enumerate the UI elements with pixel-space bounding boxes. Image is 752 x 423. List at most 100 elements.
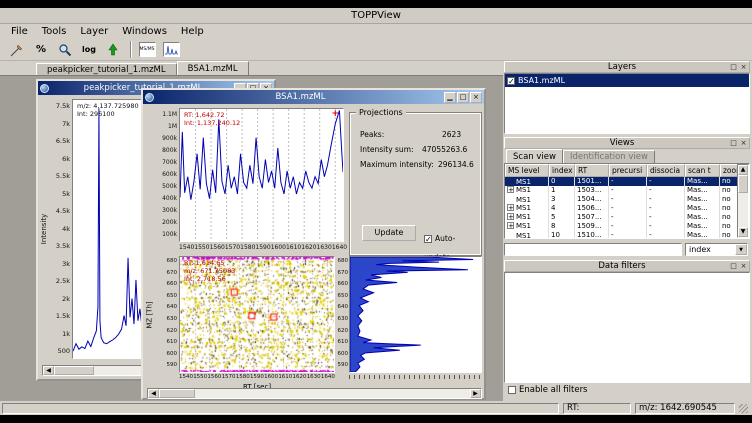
scroll-left-icon[interactable]: ◀ (43, 366, 54, 375)
y-tick-label: 100k (162, 232, 177, 238)
close-icon[interactable]: × (470, 92, 482, 103)
window-titlebar[interactable]: TOPPView (0, 8, 752, 24)
menu-tools[interactable]: Tools (35, 25, 74, 38)
y-tick-label: 620 (167, 329, 178, 335)
status-rt-panel: RT: (563, 403, 631, 414)
float-panel-icon[interactable]: □ (729, 139, 738, 148)
table-cell: no (720, 213, 738, 222)
scan-filter-input[interactable] (504, 243, 682, 256)
x-tick-label: 1560 (210, 245, 225, 251)
scroll-up-icon[interactable]: ▲ (738, 165, 748, 175)
table-row[interactable]: MS101501...--Mas...no (505, 177, 749, 186)
menu-help[interactable]: Help (174, 25, 211, 38)
table-row[interactable]: +MS151507...--Mas...no (505, 213, 749, 222)
table-row[interactable]: MS131504...--Mas...no (505, 195, 749, 204)
views-panel-title: Views (515, 138, 729, 148)
views-panel-header[interactable]: □ Views □ × (504, 137, 750, 149)
layer-visibility-checkbox[interactable]: ✓ (507, 77, 515, 85)
tab-peakpicker-tutorial-1-mzml[interactable]: peakpicker_tutorial_1.mzML (36, 63, 177, 75)
column-header-rt[interactable]: RT (575, 164, 609, 177)
rt-projection-x-axis: 1540155015601570158015901600161016201630… (179, 245, 344, 251)
close-panel-icon[interactable]: × (739, 262, 748, 271)
snap-to-maximum-icon[interactable] (102, 40, 124, 59)
msms-view-icon[interactable]: MS/MS (136, 40, 158, 59)
expander-icon[interactable]: + (507, 213, 514, 220)
expander-icon[interactable]: + (507, 222, 514, 229)
x-tick-label: 1550 (194, 245, 209, 251)
vertical-scrollbar[interactable]: ▲ ▼ (737, 164, 749, 238)
table-row[interactable]: +MS141506...--Mas...no (505, 204, 749, 213)
draw-line-icon[interactable] (6, 40, 28, 59)
bsa1-titlebar[interactable]: BSA1.mzML ▁ □ × (143, 90, 484, 104)
column-header-dissocia[interactable]: dissocia (647, 164, 685, 177)
menu-windows[interactable]: Windows (115, 25, 174, 38)
table-cell: 10 (549, 231, 575, 239)
tab-identification-view[interactable]: Identification view (563, 150, 655, 163)
index-combo[interactable]: index ▼ (685, 243, 748, 256)
scroll-left-icon[interactable]: ◀ (148, 389, 159, 398)
horizontal-scrollbar[interactable]: ◀ ▶ (147, 388, 482, 399)
y-tick-label: 700k (162, 160, 177, 166)
table-cell: 4 (549, 204, 575, 213)
y-tick-label: 3k (62, 261, 70, 268)
data-filters-header[interactable]: □ Data filters □ × (504, 260, 750, 272)
expander-icon[interactable]: + (507, 186, 514, 193)
close-panel-icon[interactable]: × (739, 139, 748, 148)
column-header-ms-level[interactable]: MS level (505, 164, 549, 177)
toppview-logo-icon (40, 84, 49, 93)
enable-filters-checkbox[interactable] (508, 386, 516, 394)
expander-icon[interactable]: + (507, 204, 514, 211)
table-row[interactable]: +MS181509...--Mas...no (505, 222, 749, 231)
scroll-thumb[interactable] (159, 389, 195, 398)
table-cell: - (647, 231, 685, 239)
resize-grip[interactable] (739, 404, 748, 413)
table-row[interactable]: +MS111503...--Mas...no (505, 186, 749, 195)
window-title: TOPPView (351, 10, 401, 21)
zoom-magnifier-icon[interactable] (54, 40, 76, 59)
table-cell: Mas... (685, 195, 720, 204)
float-panel-icon[interactable]: □ (729, 63, 738, 72)
tab-bsa1-mzml[interactable]: BSA1.mzML (177, 61, 249, 75)
peak-map-2d[interactable]: RT: 1,614.65 m/z: 671.75083 Int: 2,718.5… (179, 256, 335, 373)
scroll-right-icon[interactable]: ▶ (470, 389, 481, 398)
selected-peak-annotation: RT: 1,642.72 Int: 1,137,240.12 (184, 111, 240, 127)
y-tick-label: 680 (338, 259, 349, 265)
mz-projection-plot[interactable] (349, 256, 482, 373)
minimize-icon[interactable]: ▁ (444, 92, 456, 103)
close-panel-icon[interactable]: × (739, 63, 748, 72)
column-header-scan-t[interactable]: scan t (685, 164, 720, 177)
menu-layer[interactable]: Layer (73, 25, 115, 38)
scroll-track[interactable] (195, 389, 470, 398)
spectrum-view-icon[interactable] (160, 40, 182, 59)
scroll-thumb[interactable] (54, 366, 94, 375)
data-filters-panel: □ Data filters □ × Enable all filters (504, 260, 750, 397)
rt-projection-plot[interactable]: RT: 1,642.72 Int: 1,137,240.12 + (179, 108, 344, 242)
update-button[interactable]: Update (362, 225, 416, 241)
enable-filters-row[interactable]: Enable all filters (504, 383, 750, 397)
layers-panel-header[interactable]: □ Layers □ × (504, 61, 750, 73)
table-row[interactable]: MS1101510...--Mas...no (505, 231, 749, 239)
bsa1-window[interactable]: BSA1.mzML ▁ □ × 1.1M1M900k800k700k600k50… (141, 88, 486, 400)
y-tick-label: 1.5k (56, 313, 70, 320)
x-tick-label: 1640 (332, 245, 347, 251)
float-panel-icon[interactable]: □ (729, 262, 738, 271)
log-glyph: log (82, 45, 96, 54)
tab-scan-view[interactable]: Scan view (506, 149, 563, 163)
column-header-index[interactable]: index (549, 164, 575, 177)
column-header-precursi[interactable]: precursi (609, 164, 647, 177)
scroll-down-icon[interactable]: ▼ (738, 227, 748, 237)
scroll-track[interactable] (738, 193, 748, 227)
table-cell: - (609, 186, 647, 195)
table-cell: - (609, 231, 647, 239)
table-cell: - (609, 222, 647, 231)
layer-item-bsa1-mzml[interactable]: ✓BSA1.mzML (505, 74, 749, 87)
chevron-down-icon[interactable]: ▼ (735, 244, 747, 255)
log-intensity-icon[interactable]: log (78, 40, 100, 59)
intensity-sum-value: 47055263.6 (422, 146, 467, 154)
spectrum-box (163, 42, 180, 57)
scroll-thumb[interactable] (738, 175, 748, 193)
restore-icon[interactable]: □ (457, 92, 469, 103)
intensity-percentage-icon[interactable]: % (30, 40, 52, 59)
menu-file[interactable]: File (4, 25, 35, 38)
column-header-zoom[interactable]: zoom (720, 164, 738, 177)
